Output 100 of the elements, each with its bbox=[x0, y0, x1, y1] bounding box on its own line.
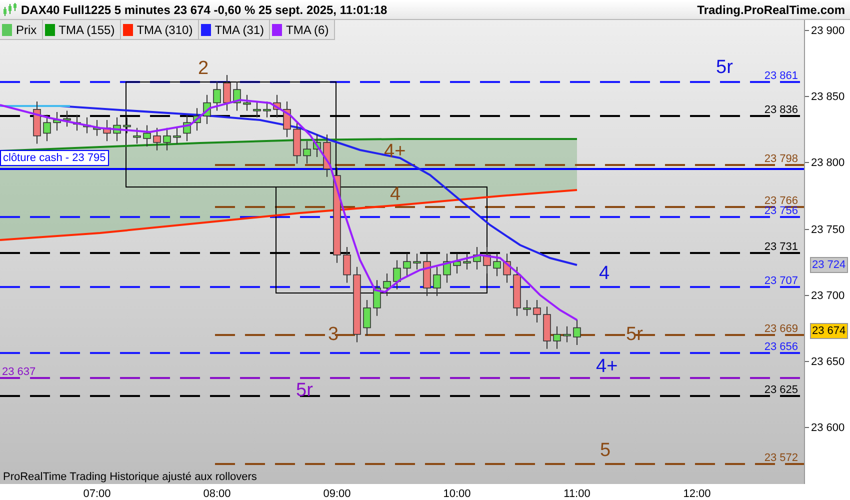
price-label: 23 850 bbox=[811, 90, 845, 106]
candlestick bbox=[93, 119, 101, 136]
legend-label: TMA (6) bbox=[286, 22, 329, 38]
time-label: 09:00 bbox=[323, 487, 351, 500]
candlestick bbox=[103, 119, 111, 142]
legend-label: TMA (31) bbox=[214, 22, 264, 38]
price-label: 23 900 bbox=[811, 24, 845, 39]
candlestick bbox=[183, 114, 191, 142]
candlestick bbox=[413, 253, 421, 270]
candlestick bbox=[463, 253, 471, 270]
wave-label: 2 bbox=[198, 58, 209, 80]
candlestick bbox=[383, 272, 391, 296]
candlestick bbox=[513, 266, 521, 316]
legend-label: TMA (155) bbox=[58, 22, 115, 38]
price-label: 23 600 bbox=[811, 421, 845, 436]
candlestick bbox=[393, 260, 401, 290]
level-label: 23 707 bbox=[764, 274, 798, 289]
candlestick bbox=[483, 246, 491, 274]
candlestick bbox=[53, 112, 61, 132]
candlestick bbox=[443, 253, 451, 284]
price-marker: 23 724 bbox=[810, 257, 848, 273]
candlestick bbox=[523, 299, 531, 316]
candlestick bbox=[83, 116, 91, 134]
level-label: 23 766 bbox=[764, 194, 798, 207]
candlestick bbox=[313, 134, 321, 158]
candlestick bbox=[243, 94, 251, 112]
candlestick bbox=[533, 299, 541, 323]
site-name: Trading.ProRealTime.com bbox=[697, 2, 846, 18]
legend-item[interactable]: Prix bbox=[0, 20, 43, 40]
wave-label: 4 bbox=[599, 263, 610, 285]
candlestick bbox=[323, 134, 331, 178]
level-label: clôture cash - 23 795 bbox=[0, 150, 109, 166]
wave-label: 5r bbox=[716, 57, 733, 79]
price-label: 23 650 bbox=[811, 354, 845, 370]
candlestick bbox=[453, 253, 461, 274]
wave-label: 4+ bbox=[596, 356, 618, 378]
legend-item[interactable]: TMA (310) bbox=[120, 20, 199, 40]
level-label: 23 625 bbox=[764, 383, 798, 398]
candlestick bbox=[153, 127, 161, 151]
legend-item[interactable]: TMA (155) bbox=[42, 20, 121, 40]
level-label: 23 669 bbox=[764, 322, 798, 337]
time-label: 08:00 bbox=[203, 487, 231, 500]
candlestick bbox=[123, 116, 131, 134]
candlestick bbox=[233, 81, 241, 112]
candlestick bbox=[113, 116, 121, 142]
footer-note: ProRealTime Trading Historique ajusté aux rollovers bbox=[3, 470, 257, 484]
level-label: 23 836 bbox=[764, 103, 798, 118]
legend-item[interactable]: TMA (31) bbox=[198, 20, 270, 40]
candlestick bbox=[203, 94, 211, 124]
price-label: 23 800 bbox=[811, 156, 845, 172]
wave-label: 5 bbox=[600, 440, 611, 462]
candlestick bbox=[363, 299, 371, 336]
legend-item[interactable]: TMA (6) bbox=[270, 20, 335, 40]
candlestick bbox=[293, 120, 301, 164]
axis-tick bbox=[805, 96, 809, 98]
chart-title: DAX40 Full1225 5 minutes 23 674 -0,60 % 25 sept. 2025, 11:01:18 bbox=[21, 2, 388, 18]
candlestick bbox=[373, 280, 381, 316]
candlestick bbox=[253, 100, 261, 118]
level-label: 23 861 bbox=[764, 69, 798, 84]
price-marker: 23 674 bbox=[810, 323, 848, 339]
candlestick bbox=[193, 108, 201, 132]
wave-label: 4 bbox=[390, 184, 401, 206]
axis-tick bbox=[805, 30, 809, 31]
candlestick bbox=[503, 253, 511, 284]
candlestick bbox=[273, 94, 281, 118]
axis-tick bbox=[805, 162, 809, 164]
candlestick bbox=[173, 127, 181, 144]
candlestick bbox=[213, 81, 221, 112]
price-label: 23 700 bbox=[811, 288, 845, 304]
axis-tick bbox=[805, 427, 809, 428]
candlestick bbox=[573, 319, 581, 346]
axis-tick bbox=[805, 360, 809, 362]
time-label: 11:00 bbox=[564, 487, 590, 500]
level-label: 23 731 bbox=[764, 240, 798, 255]
candlestick bbox=[63, 110, 71, 128]
level-label: 23 637 bbox=[2, 365, 36, 380]
candlestick bbox=[263, 100, 271, 118]
candlestick bbox=[33, 100, 41, 144]
candlestick bbox=[143, 124, 151, 147]
candlestick bbox=[283, 100, 291, 138]
level-label: 23 572 bbox=[764, 451, 798, 466]
time-label: 12:00 bbox=[683, 487, 711, 500]
candlestick bbox=[563, 326, 571, 343]
candlestick bbox=[223, 74, 231, 112]
level-label: 23 656 bbox=[764, 340, 798, 355]
candlestick-icon bbox=[3, 2, 17, 16]
legend-label: TMA (310) bbox=[136, 22, 193, 38]
price-label: 23 750 bbox=[811, 222, 845, 238]
candlestick bbox=[543, 306, 551, 350]
candlestick bbox=[343, 246, 351, 284]
time-label: 07:00 bbox=[83, 487, 111, 500]
candlestick bbox=[423, 253, 431, 296]
candlestick bbox=[303, 140, 311, 164]
candlestick bbox=[473, 246, 481, 270]
level-label: 23 798 bbox=[764, 152, 798, 167]
candlestick bbox=[133, 127, 141, 144]
time-label: 10:00 bbox=[443, 487, 471, 500]
level-label: 23 756 bbox=[764, 204, 798, 219]
candlestick bbox=[43, 114, 51, 142]
candlestick bbox=[493, 253, 501, 277]
